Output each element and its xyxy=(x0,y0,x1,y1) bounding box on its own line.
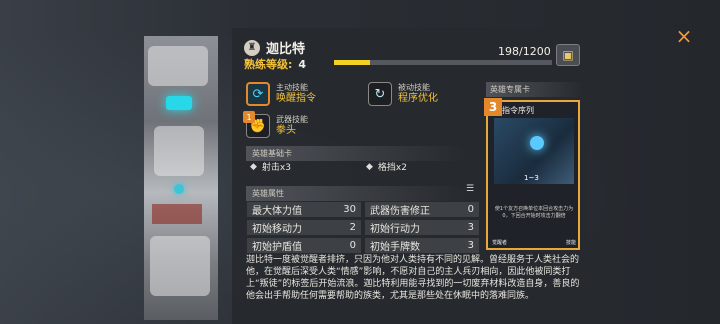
weapon-skill-name: 拳头 xyxy=(276,125,296,136)
attribute-value: 0 xyxy=(349,240,356,251)
basic-card-shoot[interactable]: ◆ 射击x3 xyxy=(250,160,291,174)
attribute-cell: 最大体力值 30 xyxy=(247,202,361,217)
proficiency-label: 熟练等级: xyxy=(244,58,293,71)
hero-name-row: ♜ 迦比特 xyxy=(244,38,305,57)
card-name: 指令序列 xyxy=(502,106,534,115)
passive-skill-type: 被动技能 xyxy=(398,83,430,92)
attribute-cell: 初始护盾值 0 xyxy=(247,238,361,253)
attribute-label: 初始移动力 xyxy=(252,224,302,235)
active-skill-type: 主动技能 xyxy=(276,83,308,92)
attribute-label: 初始行动力 xyxy=(370,224,420,235)
attribute-value: 3 xyxy=(467,240,474,251)
attribute-value: 2 xyxy=(349,222,356,233)
weapon-skill-badge: 1 xyxy=(243,111,255,123)
proficiency-level: 4 xyxy=(298,57,307,71)
active-skill-name: 唤醒指令 xyxy=(276,93,316,104)
basic-card-label: 射击x3 xyxy=(261,163,291,173)
hero-class-icon: ♜ xyxy=(244,39,260,56)
reward-chest-icon[interactable]: ▣ xyxy=(556,44,580,66)
attributes-title: 英雄属性 xyxy=(246,186,466,201)
attribute-cell: 初始手牌数 3 xyxy=(365,238,479,253)
card-cost: 3 xyxy=(484,98,502,116)
proficiency-row: 熟练等级: 4 xyxy=(244,56,306,72)
passive-skill-name: 程序优化 xyxy=(398,93,438,104)
card-range: 1~3 xyxy=(524,174,539,182)
basic-cards-title: 英雄基础卡 xyxy=(246,146,466,161)
attribute-row: 最大体力值 30 武器伤害修正 0 xyxy=(247,202,479,217)
card-footer: 觉醒者 技能 xyxy=(492,239,576,246)
attribute-value: 30 xyxy=(343,204,356,215)
attributes-table: 最大体力值 30 武器伤害修正 0 初始移动力 2 初始行动力 3 初始护盾值 … xyxy=(247,202,479,256)
attribute-label: 初始护盾值 xyxy=(252,242,302,253)
attribute-value: 0 xyxy=(467,204,474,215)
weapon-skill[interactable]: 1 ✊ 武器技能 拳头 xyxy=(243,111,308,138)
weapon-skill-type: 武器技能 xyxy=(276,115,308,124)
hero-portrait xyxy=(144,36,218,320)
attribute-row: 初始移动力 2 初始行动力 3 xyxy=(247,220,479,235)
card-icon: ◆ xyxy=(250,161,257,172)
attribute-value: 3 xyxy=(467,222,474,233)
proficiency-bar xyxy=(334,60,552,65)
active-skill[interactable]: ⟳ 主动技能 唤醒指令 xyxy=(246,82,316,106)
proficiency-count: 198/1200 xyxy=(498,45,551,58)
card-text: 使1个友方召唤单位本回合攻击力为0，下回合开始时攻击力翻倍 xyxy=(494,206,574,219)
attribute-label: 武器伤害修正 xyxy=(370,206,430,217)
attribute-label: 最大体力值 xyxy=(252,206,302,217)
list-icon[interactable]: ☰ xyxy=(466,184,476,194)
hero-description: 迦比特一度被觉醒者排挤，只因为他对人类持有不同的见解。曾经服务于人类社会的他，在… xyxy=(246,255,580,301)
exclusive-card-title: 英雄专属卡 xyxy=(486,82,584,97)
card-icon: ◆ xyxy=(366,161,373,172)
program-optimize-icon: ↻ xyxy=(368,82,392,106)
attribute-cell: 初始移动力 2 xyxy=(247,220,361,235)
card-owner: 觉醒者 xyxy=(492,240,508,246)
wake-command-icon: ⟳ xyxy=(246,82,270,106)
passive-skill[interactable]: ↻ 被动技能 程序优化 xyxy=(368,82,438,106)
card-kind: 技能 xyxy=(565,240,576,246)
attribute-cell: 武器伤害修正 0 xyxy=(365,202,479,217)
close-icon[interactable]: × xyxy=(674,26,694,46)
exclusive-card[interactable]: 3 指令序列 1~3 使1个友方召唤单位本回合攻击力为0，下回合开始时攻击力翻倍… xyxy=(484,98,580,250)
hero-name: 迦比特 xyxy=(266,42,306,57)
basic-card-label: 格挡x2 xyxy=(377,163,407,173)
proficiency-bar-fill xyxy=(334,60,370,65)
attribute-row: 初始护盾值 0 初始手牌数 3 xyxy=(247,238,479,253)
fist-icon: 1 ✊ xyxy=(243,111,270,138)
attribute-cell: 初始行动力 3 xyxy=(365,220,479,235)
basic-card-block[interactable]: ◆ 格挡x2 xyxy=(366,160,407,174)
attribute-label: 初始手牌数 xyxy=(370,242,420,253)
